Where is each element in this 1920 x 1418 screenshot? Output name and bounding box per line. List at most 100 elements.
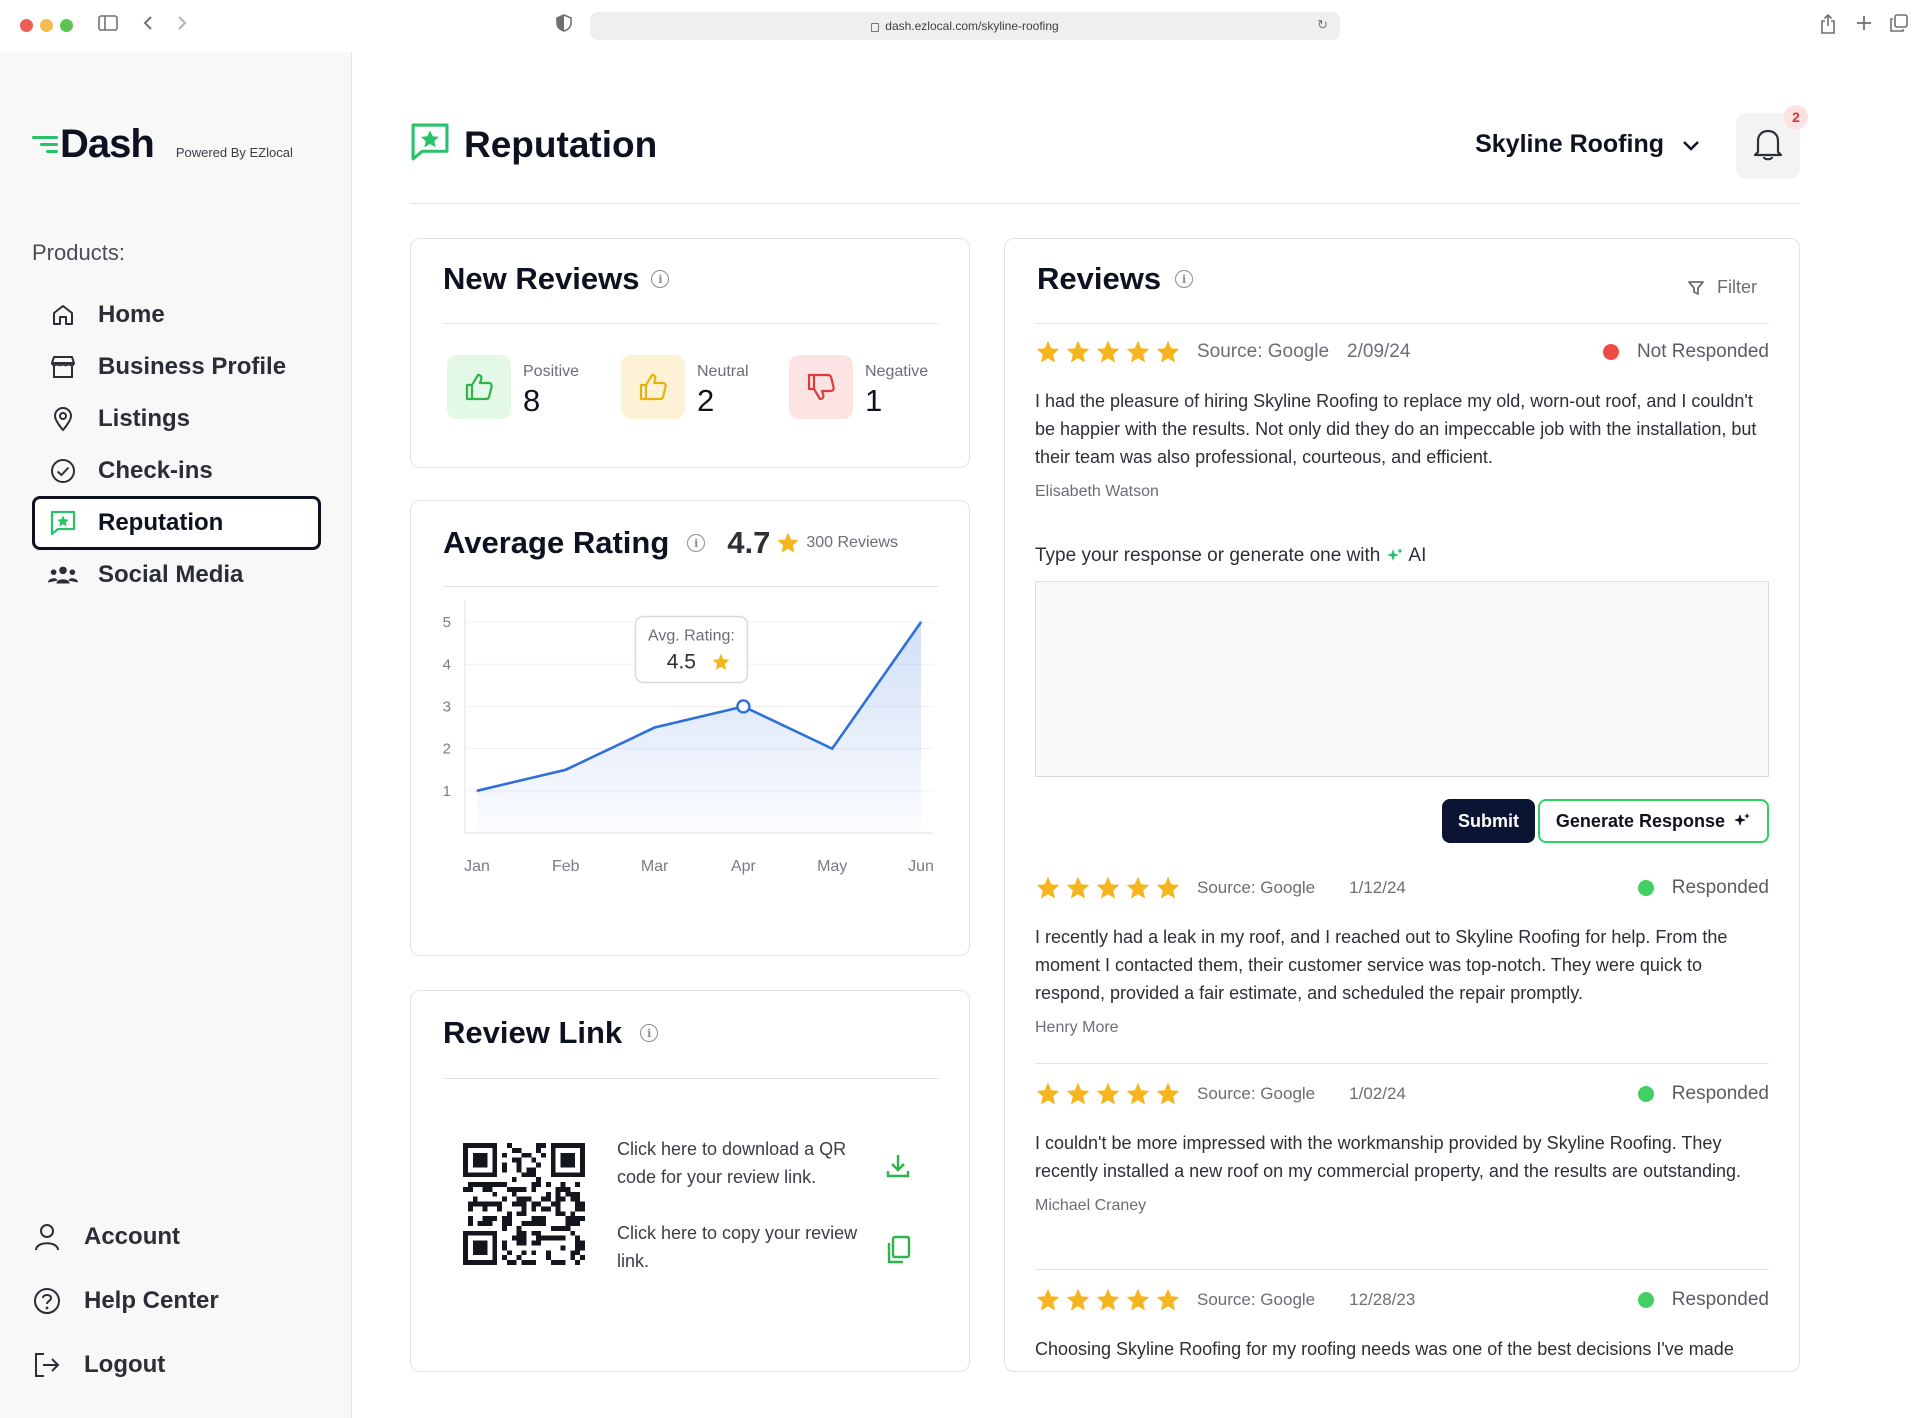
review-text: I recently had a leak in my roof, and I … xyxy=(1035,927,1728,1003)
back-icon[interactable] xyxy=(142,14,154,36)
review-source: Source: Google xyxy=(1197,1084,1316,1103)
sidebar-item-logout[interactable]: Logout xyxy=(32,1345,165,1385)
browser-chrome: dash.ezlocal.com/skyline-roofing ↻ xyxy=(0,0,1920,52)
shield-icon[interactable] xyxy=(556,14,572,37)
star-rating xyxy=(1035,339,1181,365)
sidebar-item-label: Social Media xyxy=(98,561,244,588)
highlighted-data-point[interactable] xyxy=(736,699,751,714)
brand-name: Dash xyxy=(60,122,155,166)
positive-value: 8 xyxy=(523,383,541,418)
sidebar-toggle-icon[interactable] xyxy=(98,14,118,36)
copy-link-text[interactable]: Click here to copy your review link. xyxy=(617,1219,867,1275)
y-tick-label: 1 xyxy=(443,783,451,800)
divider xyxy=(443,586,939,587)
review-item: Source: Google 1/02/24 Responded I could… xyxy=(1035,1079,1769,1215)
download-qr-text[interactable]: Click here to download a QR code for you… xyxy=(617,1135,867,1191)
star-icon xyxy=(1096,1288,1120,1311)
qr-code[interactable] xyxy=(463,1143,585,1265)
info-icon[interactable]: i xyxy=(640,1024,659,1042)
submit-button[interactable]: Submit xyxy=(1442,799,1535,843)
x-tick-label: May xyxy=(817,858,847,875)
store-icon xyxy=(48,352,78,382)
info-icon[interactable]: i xyxy=(651,270,670,288)
copy-icon[interactable] xyxy=(885,1235,911,1270)
download-icon[interactable] xyxy=(885,1153,911,1184)
review-date: 2/09/24 xyxy=(1347,341,1411,362)
star-icon xyxy=(1066,876,1090,899)
notification-badge: 2 xyxy=(1784,105,1808,129)
sidebar-item-listings[interactable]: Listings xyxy=(32,392,321,446)
review-source: Source: Google xyxy=(1197,1290,1316,1309)
user-icon xyxy=(32,1222,62,1252)
card-title: Average Rating i 4.7 300 Reviews xyxy=(443,525,898,561)
logout-icon xyxy=(32,1350,62,1380)
x-tick-label: Mar xyxy=(641,858,669,875)
star-icon xyxy=(1126,340,1150,363)
star-icon xyxy=(1156,1082,1180,1105)
business-selector[interactable]: Skyline Roofing xyxy=(1475,130,1700,159)
minimize-window-button[interactable] xyxy=(40,19,53,32)
reload-icon[interactable]: ↻ xyxy=(1317,17,1328,33)
sparkle-icon xyxy=(1734,813,1750,826)
brand-logo[interactable]: Dash Powered By EZlocal xyxy=(32,122,293,166)
review-source: Source: Google xyxy=(1197,878,1316,897)
star-icon xyxy=(1126,1288,1150,1311)
sidebar-item-reputation[interactable]: Reputation xyxy=(32,496,321,550)
chart-tooltip: Avg. Rating: 4.5 xyxy=(634,615,749,684)
star-icon xyxy=(777,532,799,553)
review-author: Elisabeth Watson xyxy=(1035,483,1159,500)
review-text: I had the pleasure of hiring Skyline Roo… xyxy=(1035,391,1757,467)
close-window-button[interactable] xyxy=(20,19,33,32)
star-icon xyxy=(1156,1288,1180,1311)
review-meta: Source: Google 2/09/24 Not Responded xyxy=(1035,337,1769,367)
sidebar-item-home[interactable]: Home xyxy=(32,288,321,342)
sidebar-item-label: Business Profile xyxy=(98,353,287,380)
reputation-icon xyxy=(48,508,78,538)
tooltip-value: 4.5 xyxy=(667,650,696,673)
negative-count: Negative 1 xyxy=(789,355,928,419)
sidebar-item-account[interactable]: Account xyxy=(32,1217,180,1257)
info-icon[interactable]: i xyxy=(687,534,706,552)
review-meta: Source: Google 12/28/23 Responded xyxy=(1035,1285,1769,1315)
status-badge: Not Responded xyxy=(1602,341,1769,363)
star-icon xyxy=(1036,876,1060,899)
star-icon xyxy=(1126,1082,1150,1105)
status-dot xyxy=(1637,1292,1654,1308)
sidebar-item-check-ins[interactable]: Check-ins xyxy=(32,444,321,498)
star-icon xyxy=(1036,340,1060,363)
sidebar-item-help-center[interactable]: Help Center xyxy=(32,1281,219,1321)
tab-overview-icon[interactable] xyxy=(1890,14,1908,37)
new-reviews-title: New Reviews xyxy=(443,261,640,296)
positive-count: Positive 8 xyxy=(447,355,579,419)
thumbs-down-icon xyxy=(789,355,853,419)
new-tab-icon[interactable] xyxy=(1856,14,1872,36)
review-source: Source: Google xyxy=(1197,341,1330,362)
reviews-title: Reviews xyxy=(1037,261,1162,296)
status-dot xyxy=(1637,1086,1654,1102)
tooltip-label: Avg. Rating: xyxy=(648,627,735,644)
address-bar[interactable]: dash.ezlocal.com/skyline-roofing ↻ xyxy=(590,12,1340,40)
info-icon[interactable]: i xyxy=(1175,270,1194,288)
forward-icon[interactable] xyxy=(176,14,188,36)
share-icon[interactable] xyxy=(1820,13,1836,39)
sidebar-item-social-media[interactable]: Social Media xyxy=(32,548,321,602)
check-circle-icon xyxy=(48,456,78,486)
y-tick-label: 2 xyxy=(443,741,451,758)
star-icon xyxy=(1036,1288,1060,1311)
response-input[interactable] xyxy=(1035,581,1769,777)
generate-response-button[interactable]: Generate Response xyxy=(1537,799,1769,843)
review-meta: Source: Google 1/02/24 Responded xyxy=(1035,1079,1769,1109)
generate-label: Generate Response xyxy=(1555,810,1725,831)
filter-button[interactable]: Filter xyxy=(1687,277,1757,298)
review-link-title: Review Link xyxy=(443,1015,623,1050)
review-item: Source: Google 1/12/24 Responded I recen… xyxy=(1035,873,1769,1037)
notifications-button[interactable]: 2 xyxy=(1736,105,1808,179)
bell-icon xyxy=(1753,127,1783,166)
review-author: Henry More xyxy=(1035,1019,1119,1036)
star-icon xyxy=(1066,1082,1090,1105)
sidebar-item-business-profile[interactable]: Business Profile xyxy=(32,340,321,394)
y-tick-label: 4 xyxy=(443,656,451,673)
status-dot xyxy=(1637,880,1654,896)
review-text: Choosing Skyline Roofing for my roofing … xyxy=(1035,1339,1734,1359)
maximize-window-button[interactable] xyxy=(60,19,73,32)
